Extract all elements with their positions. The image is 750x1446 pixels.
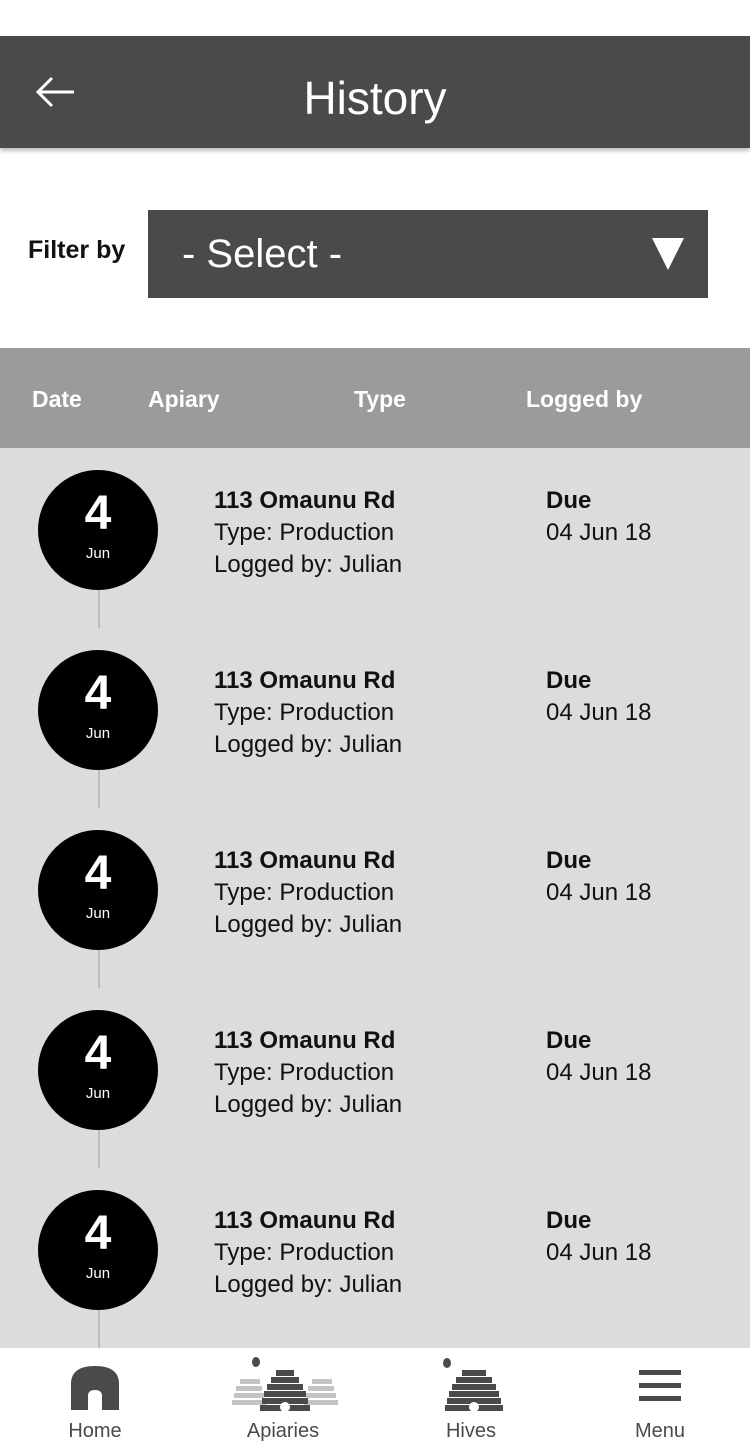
bottom-tab-bar: Home Apiaries Hives Menu	[0, 1348, 750, 1446]
entry-apiary: 113 Omaunu Rd	[214, 487, 396, 514]
tab-home-label: Home	[68, 1420, 122, 1442]
entry-status-label: Due	[546, 847, 592, 874]
entry-date: 04 Jun 18	[546, 1239, 652, 1266]
date-day: 4	[84, 1027, 112, 1080]
tab-hives[interactable]: Hives	[425, 1348, 517, 1446]
entry-logged-by: Logged by: Julian	[214, 551, 403, 578]
entry-status: Due 04 Jun 18	[546, 485, 651, 549]
entry-type: Type: Production	[214, 879, 395, 906]
entry-status-label: Due	[546, 667, 592, 694]
history-row[interactable]: 4 Jun 113 Omaunu Rd Type: Production Log…	[0, 628, 750, 808]
entry-logged-by: Logged by: Julian	[214, 731, 403, 758]
entry-date: 04 Jun 18	[546, 879, 652, 906]
entry-status: Due 04 Jun 18	[546, 1025, 651, 1089]
entry-info: 113 Omaunu Rd Type: Production Logged by…	[214, 485, 402, 581]
home-icon	[71, 1366, 119, 1410]
tab-menu-label: Menu	[634, 1420, 686, 1442]
filter-select-value: - Select -	[182, 232, 343, 276]
page-title: History	[303, 72, 447, 124]
entry-type: Type: Production	[214, 1239, 395, 1266]
date-badge: 4 Jun	[38, 1010, 158, 1130]
table-header: Date Apiary Type Logged by	[0, 348, 750, 448]
entry-info: 113 Omaunu Rd Type: Production Logged by…	[214, 665, 402, 761]
date-month: Jun	[85, 1085, 111, 1102]
triangle-down-icon	[652, 238, 684, 270]
entry-status-label: Due	[546, 1207, 592, 1234]
date-month: Jun	[85, 1265, 111, 1282]
entry-logged-by: Logged by: Julian	[214, 911, 403, 938]
date-badge: 4 Jun	[38, 1190, 158, 1310]
hamburger-menu-icon	[639, 1370, 681, 1401]
date-day: 4	[84, 667, 112, 720]
entry-info: 113 Omaunu Rd Type: Production Logged by…	[214, 845, 402, 941]
date-badge: 4 Jun	[38, 830, 158, 950]
history-row[interactable]: 4 Jun 113 Omaunu Rd Type: Production Log…	[0, 808, 750, 988]
entry-status-label: Due	[546, 487, 592, 514]
entry-apiary: 113 Omaunu Rd	[214, 1027, 396, 1054]
column-header-logged-by[interactable]: Logged by	[526, 386, 642, 413]
entry-status: Due 04 Jun 18	[546, 845, 651, 909]
entry-status: Due 04 Jun 18	[546, 1205, 651, 1269]
filter-select[interactable]: - Select -	[148, 210, 708, 298]
column-header-date[interactable]: Date	[32, 386, 82, 413]
history-row[interactable]: 4 Jun 113 Omaunu Rd Type: Production Log…	[0, 1168, 750, 1348]
date-month: Jun	[85, 545, 111, 562]
entry-type: Type: Production	[214, 699, 395, 726]
status-bar	[0, 0, 750, 36]
entry-type: Type: Production	[214, 519, 395, 546]
tab-home[interactable]: Home	[45, 1348, 145, 1446]
tab-apiaries-label: Apiaries	[246, 1420, 320, 1442]
filter-label: Filter by	[28, 236, 126, 264]
tab-apiaries[interactable]: Apiaries	[222, 1348, 344, 1446]
date-badge: 4 Jun	[38, 470, 158, 590]
entry-info: 113 Omaunu Rd Type: Production Logged by…	[214, 1205, 402, 1301]
entry-date: 04 Jun 18	[546, 1059, 652, 1086]
date-day: 4	[84, 487, 112, 540]
entry-apiary: 113 Omaunu Rd	[214, 667, 396, 694]
entry-apiary: 113 Omaunu Rd	[214, 847, 396, 874]
history-list: 4 Jun 113 Omaunu Rd Type: Production Log…	[0, 448, 750, 1348]
entry-status-label: Due	[546, 1027, 592, 1054]
column-header-type[interactable]: Type	[354, 386, 406, 413]
entry-date: 04 Jun 18	[546, 699, 652, 726]
beehives-icon	[232, 1357, 338, 1412]
entry-status: Due 04 Jun 18	[546, 665, 651, 729]
entry-logged-by: Logged by: Julian	[214, 1091, 403, 1118]
entry-info: 113 Omaunu Rd Type: Production Logged by…	[214, 1025, 402, 1121]
column-header-apiary[interactable]: Apiary	[148, 386, 220, 413]
date-day: 4	[84, 847, 112, 900]
date-badge: 4 Jun	[38, 650, 158, 770]
date-day: 4	[84, 1207, 112, 1260]
date-month: Jun	[85, 725, 111, 742]
entry-type: Type: Production	[214, 1059, 395, 1086]
date-month: Jun	[85, 905, 111, 922]
tab-menu[interactable]: Menu	[610, 1348, 710, 1446]
history-row[interactable]: 4 Jun 113 Omaunu Rd Type: Production Log…	[0, 448, 750, 628]
history-row[interactable]: 4 Jun 113 Omaunu Rd Type: Production Log…	[0, 988, 750, 1168]
entry-logged-by: Logged by: Julian	[214, 1271, 403, 1298]
entry-date: 04 Jun 18	[546, 519, 652, 546]
entry-apiary: 113 Omaunu Rd	[214, 1207, 396, 1234]
tab-hives-label: Hives	[445, 1420, 496, 1442]
beehive-icon	[443, 1358, 503, 1412]
app-header: History	[0, 36, 750, 148]
